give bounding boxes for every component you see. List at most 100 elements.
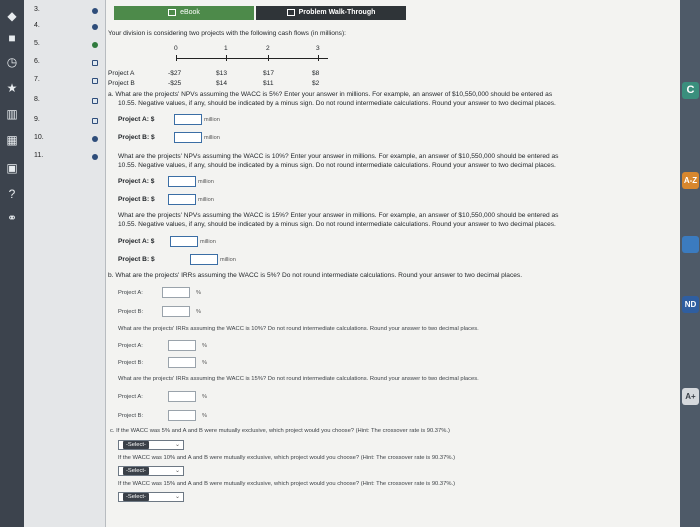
app-tile[interactable]: ND xyxy=(682,296,699,313)
question-number: 5. xyxy=(34,40,40,47)
question-item[interactable]: 8. xyxy=(24,96,106,110)
status-square xyxy=(92,78,98,84)
answer-label: Project B: $ xyxy=(118,196,155,203)
link-icon[interactable]: ⚭ xyxy=(4,210,20,226)
app-tile[interactable] xyxy=(682,236,699,253)
question-item[interactable]: 7. xyxy=(24,76,106,90)
question-text: What are the projects' NPVs assuming the… xyxy=(118,153,559,160)
question-item[interactable]: 11. xyxy=(24,152,106,166)
book-icon xyxy=(168,8,177,16)
irr-b-15-input[interactable] xyxy=(168,410,196,421)
question-text: If the WACC was 15% and A and B were mut… xyxy=(118,481,456,487)
question-item[interactable]: 5. xyxy=(24,40,106,54)
timeline-tick xyxy=(226,55,227,61)
select-label: -Select- xyxy=(123,467,149,475)
period-label: 3 xyxy=(316,45,320,52)
status-square xyxy=(92,60,98,66)
grid-icon[interactable]: ▦ xyxy=(4,132,20,148)
irr-a-5-input[interactable] xyxy=(162,287,190,298)
choice-select-15[interactable]: -Select- ⌄ xyxy=(118,492,184,502)
app-tile[interactable]: A-Z xyxy=(682,172,699,189)
right-toolbar: C A-Z ND A+ xyxy=(680,0,700,527)
npv-b-15-input[interactable] xyxy=(190,254,218,265)
question-item[interactable]: 3. xyxy=(24,6,106,20)
intro-text: Your division is considering two project… xyxy=(108,30,346,37)
status-dot xyxy=(92,154,98,160)
answer-label: Project A: $ xyxy=(118,178,155,185)
npv-a-15-input[interactable] xyxy=(170,236,198,247)
star-icon[interactable]: ★ xyxy=(4,80,20,96)
timeline-line xyxy=(176,58,328,59)
question-text: 10.55. Negative values, if any, should b… xyxy=(118,100,556,107)
answer-label: Project B: xyxy=(118,360,144,366)
status-square xyxy=(92,98,98,104)
lock-icon[interactable]: ▣ xyxy=(4,160,20,176)
period-label: 2 xyxy=(266,45,270,52)
book-icon[interactable]: ▥ xyxy=(4,106,20,122)
cash-flow: -$25 xyxy=(168,80,182,87)
cash-flow: $17 xyxy=(263,70,275,77)
irr-b-10-input[interactable] xyxy=(168,357,196,368)
unit-label: million xyxy=(204,135,220,141)
tab-problem-walkthrough[interactable]: Problem Walk-Through xyxy=(256,6,406,20)
question-number: 9. xyxy=(34,116,40,123)
app-tile[interactable]: C xyxy=(682,82,699,99)
timeline-tick xyxy=(268,55,269,61)
question-item[interactable]: 9. xyxy=(24,116,106,130)
clock-icon[interactable]: ◷ xyxy=(4,54,20,70)
status-square xyxy=(92,118,98,124)
select-label: -Select- xyxy=(123,441,149,449)
question-number: 11. xyxy=(34,152,44,159)
cash-flow: $11 xyxy=(263,80,274,87)
npv-b-5-input[interactable] xyxy=(174,132,202,143)
irr-a-15-input[interactable] xyxy=(168,391,196,402)
choice-select-5[interactable]: -Select- ⌄ xyxy=(118,440,184,450)
status-dot xyxy=(92,8,98,14)
period-label: 0 xyxy=(174,45,178,52)
help-icon[interactable]: ? xyxy=(4,186,20,202)
diamond-icon[interactable]: ◆ xyxy=(4,8,20,24)
choice-select-10[interactable]: -Select- ⌄ xyxy=(118,466,184,476)
unit-label: % xyxy=(196,309,201,315)
question-item[interactable]: 10. xyxy=(24,134,106,148)
answer-label: Project B: $ xyxy=(118,256,155,263)
project-a-label: Project A xyxy=(108,70,135,77)
project-b-label: Project B xyxy=(108,80,135,87)
unit-label: % xyxy=(196,290,201,296)
period-label: 1 xyxy=(224,45,228,52)
npv-a-5-input[interactable] xyxy=(174,114,202,125)
cash-flow: $8 xyxy=(312,70,320,77)
question-text: a. What are the projects' NPVs assuming … xyxy=(108,91,553,98)
question-text: b. What are the projects' IRRs assuming … xyxy=(108,272,523,279)
square-icon[interactable]: ■ xyxy=(4,30,20,46)
question-item[interactable]: 6. xyxy=(24,58,106,72)
answer-label: Project A: xyxy=(118,290,143,296)
question-number: 10. xyxy=(34,134,44,141)
app-tile[interactable]: A+ xyxy=(682,388,699,405)
npv-b-10-input[interactable] xyxy=(168,194,196,205)
question-number: 8. xyxy=(34,96,40,103)
cash-flow: $14 xyxy=(216,80,228,87)
answer-label: Project A: xyxy=(118,343,143,349)
select-label: -Select- xyxy=(123,493,149,501)
question-item[interactable]: 4. xyxy=(24,22,106,36)
answer-label: Project B: $ xyxy=(118,134,155,141)
unit-label: million xyxy=(204,117,220,123)
npv-a-10-input[interactable] xyxy=(168,176,196,187)
irr-b-5-input[interactable] xyxy=(162,306,190,317)
answer-label: Project A: $ xyxy=(118,238,155,245)
unit-label: % xyxy=(202,343,207,349)
cash-flow: $2 xyxy=(312,80,320,87)
status-dot xyxy=(92,42,98,48)
tab-ebook[interactable]: eBook xyxy=(114,6,254,20)
tab-ebook-label: eBook xyxy=(180,9,200,16)
unit-label: million xyxy=(200,239,216,245)
timeline-tick xyxy=(318,55,319,61)
question-number: 3. xyxy=(34,6,40,13)
irr-a-10-input[interactable] xyxy=(168,340,196,351)
question-text: 10.55. Negative values, if any, should b… xyxy=(118,162,556,169)
video-icon xyxy=(286,8,295,16)
cash-flow: -$27 xyxy=(168,70,182,77)
chevron-down-icon: ⌄ xyxy=(174,494,180,500)
unit-label: million xyxy=(198,179,214,185)
